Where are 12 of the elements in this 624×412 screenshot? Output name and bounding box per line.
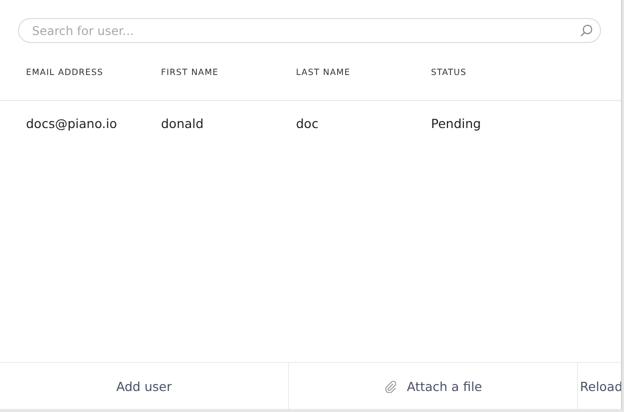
- search-field[interactable]: Search for user...: [18, 18, 601, 43]
- table-cell-text: docs@piano.io: [26, 116, 118, 131]
- table-cell-text: Pending: [431, 116, 482, 131]
- column-header: EMAIL ADDRESS: [26, 68, 104, 78]
- paperclip-icon: [384, 380, 397, 392]
- table-cell-text: donald: [161, 116, 205, 131]
- table-cell-text: doc: [296, 116, 320, 131]
- search-icon: [580, 24, 593, 37]
- footer-button[interactable]: Reload: [577, 363, 621, 409]
- column-header: FIRST NAME: [161, 68, 220, 78]
- column-header: LAST NAME: [296, 68, 352, 78]
- column-header: STATUS: [431, 68, 468, 78]
